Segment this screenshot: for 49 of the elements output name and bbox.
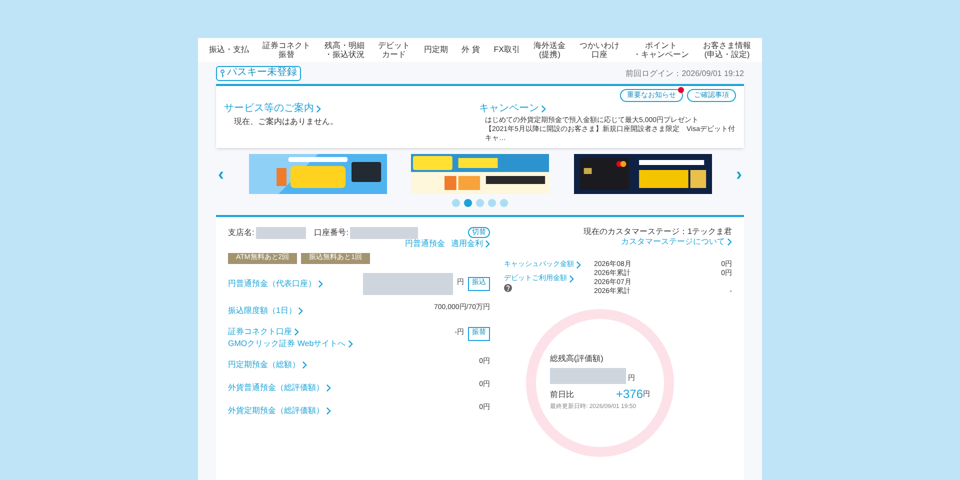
nav-item[interactable]: 外 貨: [462, 45, 480, 55]
nav-item[interactable]: 海外送金 (提携): [534, 40, 566, 60]
branch-label: 支店名:: [228, 228, 254, 238]
nav-item[interactable]: 円定期: [424, 45, 448, 55]
last-login-text: 前回ログイン：2026/09/01 19:12: [626, 68, 744, 78]
chevron-icon: [302, 360, 307, 368]
service-text: 現在、ご案内はありません。: [233, 116, 339, 126]
account-row-link[interactable]: 外貨普通預金（総評価額）: [228, 382, 331, 392]
nav-item[interactable]: 振込・支払: [208, 45, 249, 55]
chevron-icon: [348, 340, 353, 348]
chevron-icon: [727, 238, 732, 246]
service-link[interactable]: サービス等のご案内: [224, 103, 479, 116]
account-row-link[interactable]: 振込限度額（1日）: [228, 306, 304, 316]
help-icon[interactable]: [504, 284, 512, 292]
chevron-icon: [298, 306, 304, 314]
nav-item[interactable]: ポイント ・キャンペーン: [633, 40, 690, 60]
nav-item[interactable]: お客さま情報 (申込・設定): [703, 40, 751, 60]
nav-item[interactable]: つかいわけ 口座: [579, 40, 620, 60]
nav-item[interactable]: FX取引: [494, 45, 520, 55]
account-row-link[interactable]: 証券コネクト口座: [228, 326, 353, 336]
campaign-link[interactable]: キャンペーン: [479, 103, 736, 116]
total-balance-label: 総残高(評価額): [550, 354, 604, 364]
change-value: +376: [616, 388, 643, 400]
passkey-button[interactable]: パスキー未登録: [216, 66, 301, 81]
key-icon: [220, 69, 225, 78]
nav-item[interactable]: デビット カード: [378, 40, 410, 60]
chevron-icon: [316, 105, 321, 114]
chevron-icon: [318, 280, 323, 288]
change-label: 前日比: [550, 390, 574, 400]
account-link[interactable]: 適用金利: [451, 238, 490, 249]
account-row-link[interactable]: 円定期預金（総額）: [228, 360, 307, 370]
account-row-link[interactable]: 円普通預金（代表口座）: [228, 278, 323, 288]
chevron-icon: [294, 328, 299, 336]
account-number-label: 口座番号:: [314, 228, 348, 238]
nav-item[interactable]: 証券コネクト 振替: [262, 40, 311, 60]
next-button[interactable]: ›: [736, 164, 742, 183]
masked-value: [350, 226, 418, 239]
previous-button[interactable]: ‹: [218, 164, 224, 183]
masked-value: [256, 226, 306, 239]
nav-item[interactable]: 残高・明細 ・振込状況: [324, 40, 364, 60]
customer-stage-text: 現在のカスタマーステージ：1テックま君: [584, 226, 732, 237]
account-row-link[interactable]: 外貨定期預金（総評価額）: [228, 406, 331, 416]
account-link[interactable]: 円普通預金: [405, 238, 445, 249]
chevron-icon: [485, 240, 490, 248]
customer-stage-link[interactable]: カスタマーステージについて: [621, 236, 732, 247]
chevron-icon: [326, 384, 331, 392]
chevron-icon: [541, 105, 546, 114]
securities-site-link[interactable]: GMOクリック証券 Webサイトへ: [228, 338, 353, 348]
chevron-icon: [326, 406, 331, 414]
